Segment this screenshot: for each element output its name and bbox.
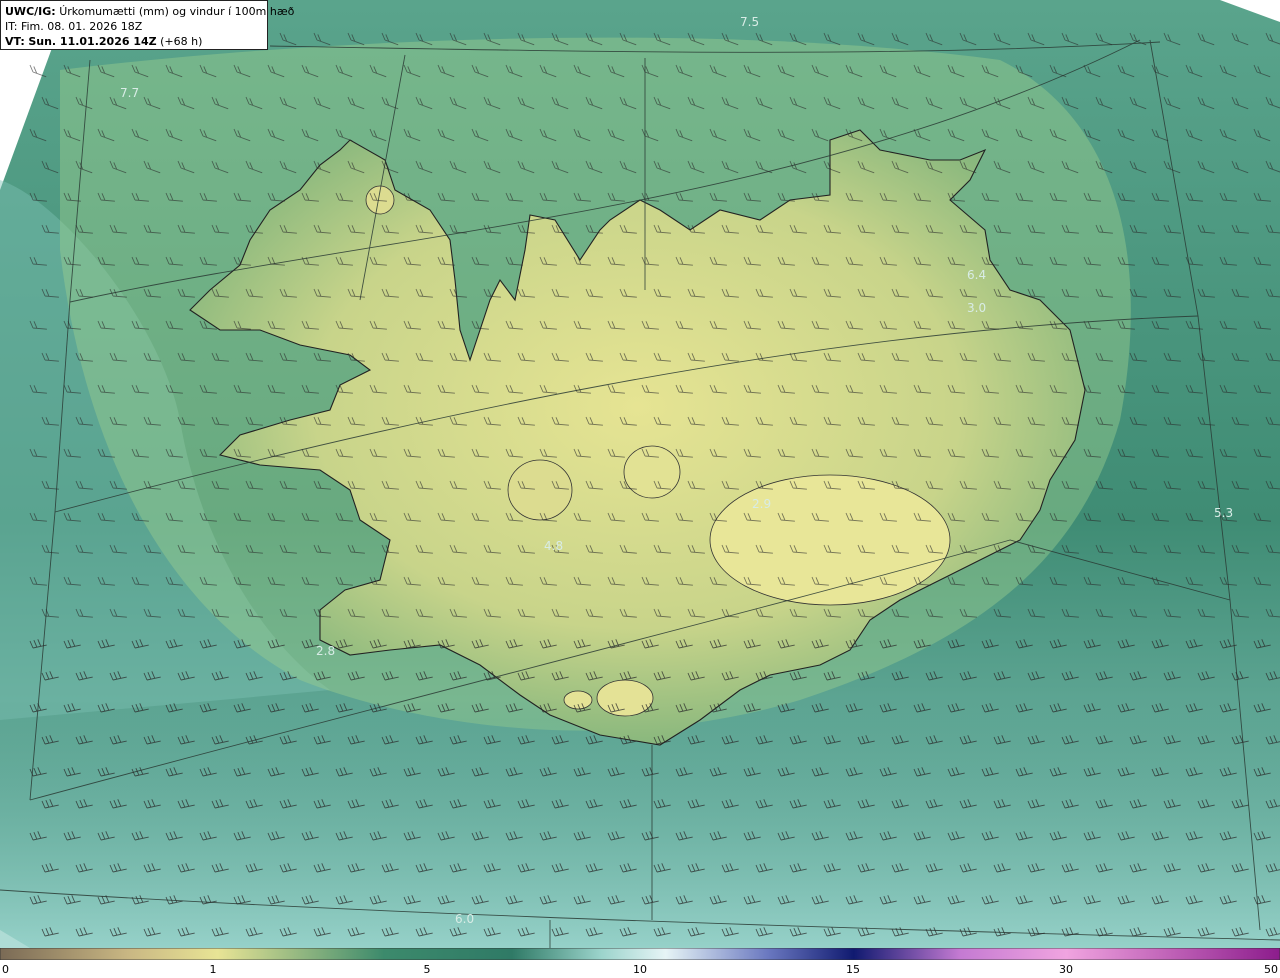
forecast-lead: (+68 h) <box>160 35 203 48</box>
colorbar-ticks: 0 1 5 10 15 30 50 <box>0 960 1280 978</box>
label-max-north: 7.5 <box>740 15 759 29</box>
valid-time-value: Sun. 11.01.2026 14Z <box>28 35 157 48</box>
init-time-label: IT: <box>5 20 18 33</box>
langjokull-glacier <box>507 459 573 521</box>
init-time-value: Fim. 08. 01. 2026 18Z <box>20 20 143 33</box>
vatnajokull-glacier <box>709 474 951 606</box>
tick-5: 5 <box>423 963 431 976</box>
colorbar-gradient <box>0 948 1280 960</box>
label-interior: 4.8 <box>544 539 563 553</box>
title-row: UWC/IG: Úrkomumætti (mm) og vindur í 100… <box>5 4 294 19</box>
label-east-2: 3.0 <box>967 301 986 315</box>
label-max-northwest: 7.7 <box>120 86 139 100</box>
eyjafjallajokull-glacier <box>563 690 593 710</box>
weather-map-view: 7.5 7.7 6.4 3.0 5.3 4.8 2.8 6.0 2.9 UWC/… <box>0 0 1280 978</box>
label-southeast-sea: 5.3 <box>1214 506 1233 520</box>
precipitation-wind-map: 7.5 7.7 6.4 3.0 5.3 4.8 2.8 6.0 2.9 <box>0 0 1280 948</box>
map-title: Úrkomumætti (mm) og vindur í 100m hæð <box>59 5 295 18</box>
model-name: UWC/IG: <box>5 5 56 18</box>
valid-time-row: VT: Sun. 11.01.2026 14Z (+68 h) <box>5 34 263 49</box>
tick-50: 50 <box>1264 963 1278 976</box>
label-southwest: 2.8 <box>316 644 335 658</box>
tick-15: 15 <box>846 963 860 976</box>
valid-time-label: VT: <box>5 35 25 48</box>
label-south-sea: 6.0 <box>455 912 474 926</box>
colorbar <box>0 948 1280 960</box>
init-time-row: IT: Fim. 08. 01. 2026 18Z <box>5 19 263 34</box>
tick-0: 0 <box>2 963 9 976</box>
label-east-1: 6.4 <box>967 268 986 282</box>
hofsjokull-glacier <box>623 445 681 499</box>
tick-30: 30 <box>1059 963 1073 976</box>
tick-10: 10 <box>633 963 647 976</box>
tick-1: 1 <box>209 963 217 976</box>
map-header: UWC/IG: Úrkomumætti (mm) og vindur í 100… <box>0 0 294 50</box>
label-glacier: 2.9 <box>752 497 771 511</box>
